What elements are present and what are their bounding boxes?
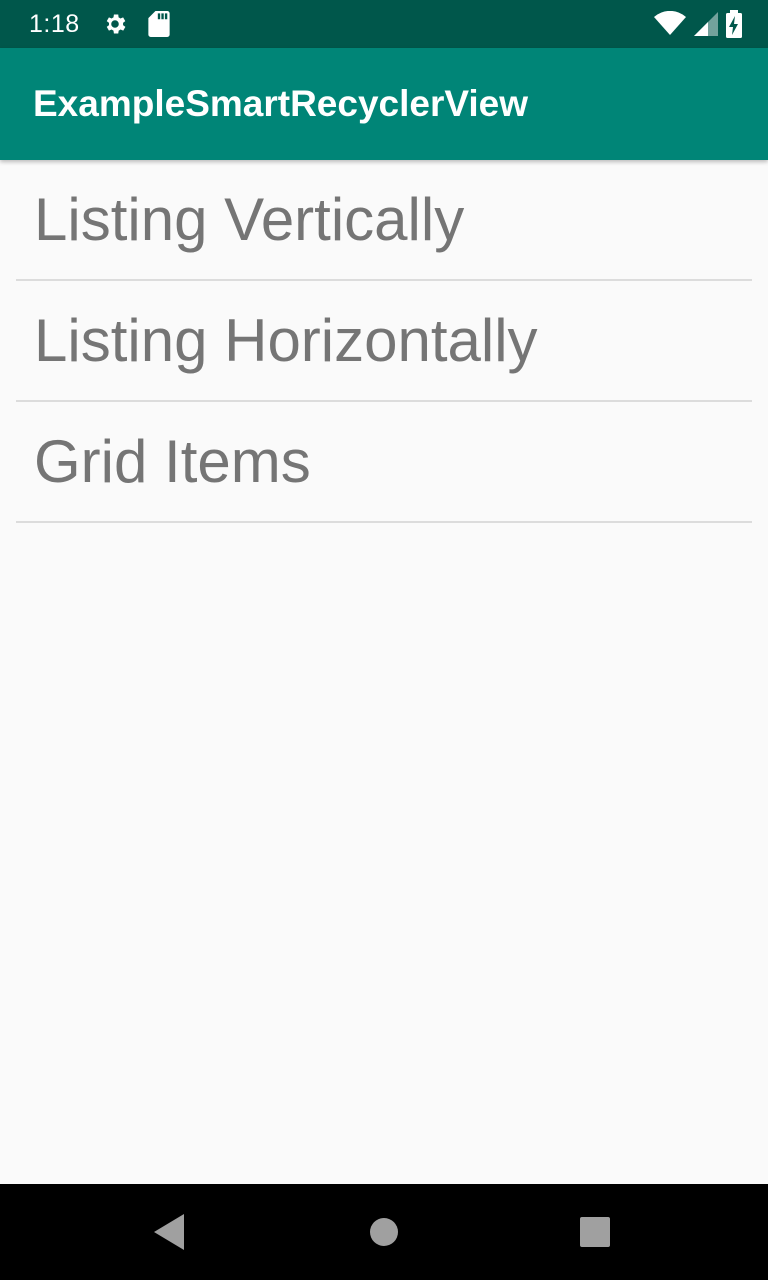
list-item-listing-vertically[interactable]: Listing Vertically [16,160,752,281]
settings-icon [102,11,128,37]
menu-list: Listing Vertically Listing Horizontally … [0,160,768,523]
status-time: 1:18 [29,9,80,38]
sd-card-icon [148,11,170,37]
list-item-label: Grid Items [34,428,311,495]
app-bar: ExampleSmartRecyclerView [0,48,768,160]
home-icon [370,1218,398,1246]
home-button[interactable] [354,1184,414,1280]
list-item-label: Listing Vertically [34,186,465,253]
back-icon [154,1214,184,1250]
app-title: ExampleSmartRecyclerView [33,83,529,124]
list-item-label: Listing Horizontally [34,307,538,374]
list-item-listing-horizontally[interactable]: Listing Horizontally [16,281,752,402]
wifi-icon [654,11,686,37]
back-button[interactable] [140,1184,200,1280]
recents-button[interactable] [565,1184,625,1280]
navigation-bar [0,1184,768,1280]
battery-charging-icon [726,10,742,38]
list-item-grid-items[interactable]: Grid Items [16,402,752,523]
status-bar: 1:18 [0,0,768,48]
recents-icon [580,1217,610,1247]
status-right-icons [646,0,742,48]
cell-signal-icon [694,12,718,36]
